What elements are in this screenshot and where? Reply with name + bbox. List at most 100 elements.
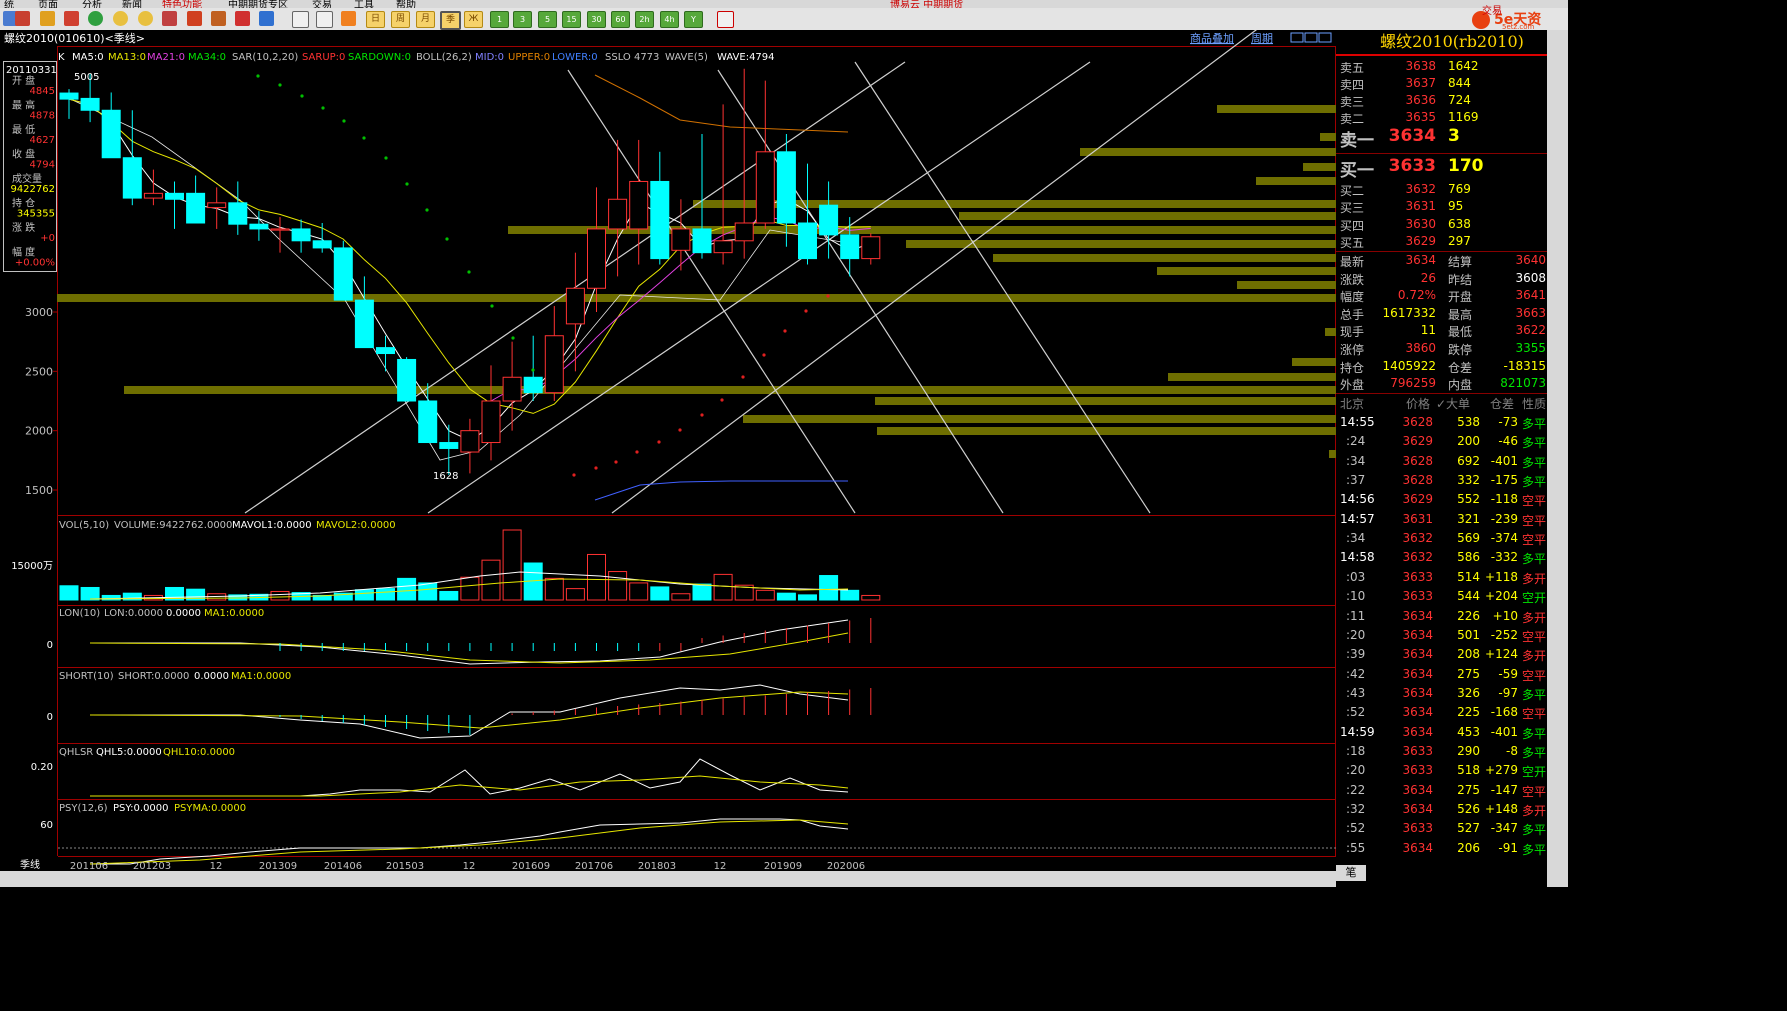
quote-row: :37 3628 332 -175 多平 bbox=[1336, 471, 1548, 490]
tick-oi-change: -239 bbox=[1490, 511, 1518, 526]
table-icon[interactable] bbox=[292, 11, 309, 28]
ask-label: 卖二 bbox=[1340, 112, 1365, 126]
volume-bar bbox=[502, 529, 522, 601]
tick-nature: 多平 bbox=[1522, 417, 1547, 431]
brush-icon[interactable] bbox=[211, 11, 226, 26]
menu-item-analysis[interactable]: 分析 bbox=[82, 0, 102, 8]
draw-pen-icon[interactable] bbox=[187, 11, 202, 26]
new-icon[interactable] bbox=[259, 11, 274, 26]
tick-icon[interactable] bbox=[341, 11, 356, 26]
link-period[interactable]: 周期 bbox=[1251, 32, 1273, 45]
volume-profile-bar bbox=[1325, 328, 1336, 336]
candle-body bbox=[80, 97, 100, 111]
period-30min-button[interactable]: 30 bbox=[587, 11, 606, 28]
low-annotation: 1628 bbox=[433, 471, 458, 482]
menu-item-page[interactable]: 页面 bbox=[38, 0, 58, 8]
right-scrollbar[interactable] bbox=[1547, 30, 1568, 887]
ask-label: 卖三 bbox=[1340, 95, 1365, 109]
tick-volume: 208 bbox=[1457, 647, 1480, 662]
info-label: 涨 跌 bbox=[12, 221, 35, 234]
notes-icon[interactable] bbox=[40, 11, 55, 26]
quote-row: :43 3634 326 -97 多平 bbox=[1336, 684, 1548, 703]
stat-label: 开盘 bbox=[1448, 290, 1473, 305]
home-icon[interactable] bbox=[15, 11, 30, 26]
period-3min-button[interactable]: 3 bbox=[513, 11, 532, 28]
filter-icon[interactable] bbox=[235, 11, 250, 26]
menu-item-tools[interactable]: 工具 bbox=[354, 0, 374, 8]
period-5min-button[interactable]: 5 bbox=[538, 11, 557, 28]
bid-price: 3631 bbox=[1405, 199, 1436, 213]
bar-chart-icon[interactable] bbox=[316, 11, 333, 28]
quote-row: 卖二 3635 1169 bbox=[1336, 109, 1548, 126]
tick-volume: 692 bbox=[1457, 453, 1480, 468]
candle-body bbox=[755, 151, 775, 224]
tick-time: 14:55 bbox=[1340, 415, 1375, 429]
bid-label: 买二 bbox=[1340, 184, 1365, 198]
indicator-label: WAVE(5) bbox=[665, 52, 708, 63]
candle-body bbox=[544, 335, 564, 394]
qhlsr-ma5: QHL5:0.0000 bbox=[96, 747, 162, 758]
quote-row: 涨跌 26 昨结 3608 bbox=[1336, 270, 1548, 287]
stat-value: 1617332 bbox=[1382, 305, 1436, 320]
stat-label: 总手 bbox=[1340, 307, 1365, 322]
sar-dot bbox=[572, 473, 576, 477]
kline-chart[interactable]: 螺纹2010(010610)<季线> 商品叠加 周期 K MA5:0 MA13:0 M… bbox=[0, 30, 1336, 887]
period-4h-button[interactable]: 4h bbox=[660, 11, 679, 28]
candle-body bbox=[186, 192, 206, 224]
link-overlay[interactable]: 商品叠加 bbox=[1190, 31, 1234, 45]
tick-time: 14:57 bbox=[1340, 511, 1375, 526]
tick-oi-change: +279 bbox=[1485, 763, 1518, 778]
indicator-label: WAVE:4794 bbox=[717, 52, 775, 63]
info-value: 9422762 bbox=[10, 184, 55, 195]
menu-item-system[interactable]: 统 bbox=[4, 0, 14, 8]
tick-volume: 544 bbox=[1457, 589, 1480, 604]
short-axis-label: 0 bbox=[47, 712, 53, 723]
quote-row: 北京 价格 ✓大单 仓差 性质 bbox=[1336, 394, 1548, 411]
tick-nature: 多平 bbox=[1522, 455, 1547, 470]
period-week-button[interactable]: 周 bbox=[391, 11, 410, 28]
zoom-in-icon[interactable] bbox=[113, 11, 128, 26]
bid-volume: 638 bbox=[1448, 217, 1471, 231]
quote-row: :32 3634 526 +148 多开 bbox=[1336, 800, 1548, 819]
quote-row: 买四 3630 638 bbox=[1336, 216, 1548, 233]
tick-nature: 空平 bbox=[1522, 513, 1547, 528]
tick-time: :34 bbox=[1346, 531, 1366, 546]
menu-item-news[interactable]: 新闻 bbox=[122, 0, 142, 8]
sar-dot bbox=[256, 74, 260, 78]
tick-price: 3628 bbox=[1402, 415, 1433, 429]
period-custom-button[interactable]: Ж bbox=[464, 11, 483, 28]
period-year-button[interactable]: Y bbox=[684, 11, 703, 28]
chart-title: 螺纹2010(010610)<季线> bbox=[4, 31, 145, 45]
monitor-icon[interactable] bbox=[64, 11, 79, 26]
bid-price: 3629 bbox=[1405, 234, 1436, 248]
volume-profile-bar bbox=[1256, 177, 1336, 185]
period-1min-button[interactable]: 1 bbox=[490, 11, 509, 28]
sar-dot bbox=[342, 119, 346, 123]
window-icon[interactable] bbox=[162, 11, 177, 26]
period-60min-button[interactable]: 60 bbox=[611, 11, 630, 28]
candle-body bbox=[523, 376, 543, 394]
tick-price: 3634 bbox=[1402, 627, 1433, 642]
zoom-out-icon[interactable] bbox=[138, 11, 153, 26]
quote-row: :39 3634 208 +124 多开 bbox=[1336, 645, 1548, 664]
quote-row: :22 3634 275 -147 空平 bbox=[1336, 781, 1548, 800]
period-month-button[interactable]: 月 bbox=[416, 11, 435, 28]
stat-value: 0.72% bbox=[1397, 288, 1436, 303]
stat-label: 内盘 bbox=[1448, 378, 1473, 393]
refresh-icon[interactable] bbox=[88, 11, 103, 26]
time-tick-label: 201609 bbox=[512, 861, 550, 872]
menu-item-trade[interactable]: 交易 bbox=[312, 0, 332, 8]
menu-item-help[interactable]: 帮助 bbox=[396, 0, 416, 8]
period-day-button[interactable]: 日 bbox=[366, 11, 385, 28]
short-value: SHORT:0.0000 bbox=[118, 671, 189, 682]
menu-item-special[interactable]: 特色功能 bbox=[162, 0, 202, 8]
period-2h-button[interactable]: 2h bbox=[635, 11, 654, 28]
period-15min-button[interactable]: 15 bbox=[562, 11, 581, 28]
menu-item-zone[interactable]: 中期期货专区 bbox=[228, 0, 288, 8]
stat-label: 最低 bbox=[1448, 325, 1473, 340]
tick-nature: 空平 bbox=[1522, 629, 1547, 644]
tick-tab[interactable]: 笔 bbox=[1336, 865, 1366, 881]
trade-link[interactable]: 交易 bbox=[1482, 2, 1502, 17]
period-quarter-button[interactable]: 季 bbox=[440, 11, 461, 30]
calculator-icon[interactable] bbox=[717, 11, 734, 28]
